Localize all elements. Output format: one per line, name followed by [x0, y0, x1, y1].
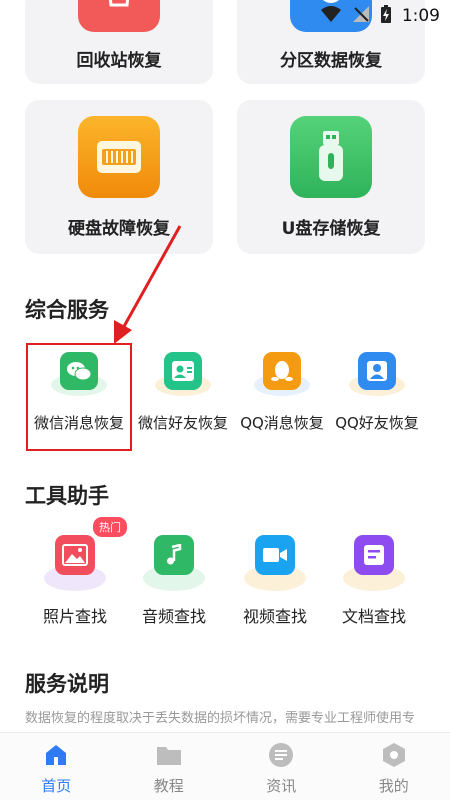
folder-icon [155, 741, 183, 769]
card-label: 分区数据恢复 [280, 51, 382, 71]
photo-finder[interactable]: 照片查找 [25, 525, 125, 635]
signal-icon [352, 5, 370, 27]
profile-icon [380, 741, 408, 769]
music-note-icon [154, 535, 194, 575]
wechat-friend-recovery[interactable]: 微信好友恢复 [131, 346, 235, 446]
tab-label: 首页 [41, 777, 72, 795]
service-label: QQ好友恢复 [335, 414, 419, 432]
document-icon [354, 535, 394, 575]
tool-label: 音频查找 [141, 607, 206, 626]
tool-label: 照片查找 [42, 607, 107, 626]
tab-home[interactable]: 首页 [0, 733, 113, 800]
tab-tutorial[interactable]: 教程 [113, 733, 226, 800]
bottom-tab-bar: 首页 教程 资讯 我的 [0, 732, 450, 800]
tab-label: 资讯 [266, 777, 297, 795]
status-bar: 1:09 [0, 0, 450, 30]
service-label: QQ消息恢复 [240, 414, 324, 432]
usb-storage-recovery-card[interactable]: U盘存储恢复 [237, 100, 425, 254]
tab-label: 教程 [153, 777, 184, 795]
video-camera-icon [255, 535, 295, 575]
wifi-icon [320, 5, 342, 27]
usb-drive-icon [290, 116, 372, 198]
card-label: U盘存储恢复 [281, 219, 381, 239]
user-badge-icon [358, 352, 396, 390]
tab-profile[interactable]: 我的 [338, 733, 450, 800]
tab-label: 我的 [378, 777, 409, 795]
pointer-arrow-icon [114, 225, 182, 344]
document-finder[interactable]: 文档查找 [324, 525, 424, 635]
card-label: 回收站恢复 [76, 51, 162, 71]
news-icon [267, 741, 295, 769]
hot-badge: 热门 [93, 517, 127, 537]
qq-penguin-icon [263, 352, 301, 390]
qq-message-recovery[interactable]: QQ消息恢复 [230, 346, 334, 446]
qq-friend-recovery[interactable]: QQ好友恢复 [325, 346, 429, 446]
service-label: 微信好友恢复 [137, 414, 228, 432]
services-title: 综合服务 [25, 298, 109, 322]
tool-label: 文档查找 [341, 607, 406, 626]
service-info-title: 服务说明 [25, 672, 109, 696]
hard-disk-icon [78, 116, 160, 198]
photo-icon [55, 535, 95, 575]
status-time: 1:09 [401, 6, 440, 26]
tab-news[interactable]: 资讯 [225, 733, 338, 800]
battery-icon [380, 4, 392, 28]
home-icon [42, 741, 70, 769]
tool-label: 视频查找 [242, 607, 307, 626]
tools-title: 工具助手 [25, 484, 109, 508]
audio-finder[interactable]: 音频查找 [124, 525, 224, 635]
contact-card-icon [164, 352, 202, 390]
highlight-box [26, 343, 132, 451]
video-finder[interactable]: 视频查找 [225, 525, 325, 635]
